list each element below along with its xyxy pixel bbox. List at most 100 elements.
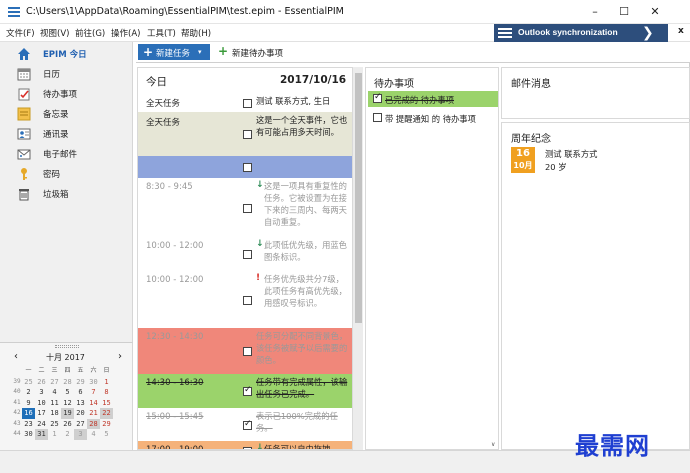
todo-item[interactable]: 已完成的 待办事项 [368, 91, 498, 107]
close-button[interactable]: ✕ [640, 4, 670, 20]
calendar-day[interactable]: 1 [48, 429, 61, 440]
plus-icon[interactable]: + [218, 44, 228, 58]
calendar-day[interactable]: 26 [35, 377, 48, 388]
menu-help[interactable]: 帮助(H) [181, 27, 211, 39]
calendar-day[interactable]: 30 [22, 429, 35, 440]
new-task-button[interactable]: + 新建任务 ▾ [138, 44, 210, 60]
today-row[interactable]: 全天任务 测试 联系方式, 生日 [138, 93, 352, 112]
sidebar-item-notes[interactable]: 备忘录 [0, 105, 132, 124]
calendar-day[interactable]: 26 [61, 419, 74, 430]
sidebar-item-todo[interactable]: 待办事项 [0, 85, 132, 104]
calendar-day[interactable]: 4 [87, 429, 100, 440]
sidebar-item-passwords[interactable]: 密码 [0, 165, 132, 184]
calendar-day[interactable]: 28 [61, 377, 74, 388]
calendar-day[interactable]: 2 [22, 387, 35, 398]
sidebar-item-calendar[interactable]: 日历 [0, 65, 132, 84]
menu-view[interactable]: 视图(V) [40, 27, 69, 39]
calendar-day[interactable]: 23 [22, 419, 35, 430]
row-checkbox[interactable] [243, 296, 252, 305]
next-month-button[interactable]: › [118, 351, 122, 362]
calendar-day[interactable]: 7 [87, 387, 100, 398]
today-row[interactable]: 全天任务 这是一个全天事件，它也有可能占用多天时间。 [138, 112, 352, 156]
row-checkbox[interactable] [243, 99, 252, 108]
calendar-day[interactable]: 25 [48, 419, 61, 430]
anniversary-title: 周年纪念 [511, 134, 551, 145]
row-text: 测试 联系方式, 生日 [256, 96, 331, 106]
calendar-day[interactable]: 5 [100, 429, 113, 440]
calendar-day[interactable]: 29 [100, 419, 113, 430]
today-row[interactable]: 10:00 - 12:00 ↓ 此项低优先级，用蓝色图条标识。 [138, 237, 352, 271]
resize-grip[interactable] [55, 345, 79, 348]
calendar-day[interactable]: 12 [61, 398, 74, 409]
maximize-button[interactable]: ☐ [609, 4, 639, 20]
row-checkbox[interactable] [243, 204, 252, 213]
row-checkbox[interactable] [243, 130, 252, 139]
calendar-day[interactable]: 3 [35, 387, 48, 398]
calendar-day[interactable]: 29 [74, 377, 87, 388]
anniversary-day: 16 [516, 148, 530, 159]
calendar-day[interactable]: 28 [87, 418, 100, 429]
sidebar-item-trash[interactable]: 垃圾箱 [0, 185, 132, 204]
sidebar-item-email[interactable]: 电子邮件 [0, 145, 132, 164]
today-row[interactable]: 8:30 - 9:45 ↓ 这是一项具有重复性的任务。它被设置为在接下来的三周内、每… [138, 178, 352, 237]
today-row[interactable]: 10:00 - 12:00! 任务优先级共分7级，此项任务有高优先级，用感叹号标识… [138, 271, 352, 328]
weekday-header: 四 [64, 367, 71, 374]
todo-checkbox[interactable] [373, 92, 382, 103]
sidebar-item-contacts[interactable]: 通讯录 [0, 125, 132, 144]
calendar-day[interactable]: 14 [87, 398, 100, 409]
calendar-day[interactable]: 17 [35, 408, 48, 419]
calendar-day[interactable]: 13 [74, 398, 87, 409]
menu-go[interactable]: 前往(G) [75, 27, 105, 39]
today-row[interactable] [138, 156, 352, 178]
calendar-day[interactable]: 30 [87, 377, 100, 388]
row-checkbox[interactable] [243, 419, 252, 430]
calendar-day[interactable]: 15 [100, 398, 113, 409]
dropdown-arrow-icon[interactable]: ▾ [198, 48, 202, 56]
calendar-day[interactable]: 27 [48, 377, 61, 388]
row-checkbox[interactable] [243, 347, 252, 356]
calendar-day[interactable]: 22 [100, 408, 113, 419]
today-row[interactable]: 15:00 - 15:45 表示已100%完成的任务。 [138, 408, 352, 441]
sidebar-item-epim-today[interactable]: EPIM 今日 [0, 45, 132, 64]
calendar-day[interactable]: 9 [22, 398, 35, 409]
calendar-day[interactable]: 16 [22, 408, 35, 419]
new-todo-button[interactable]: 新建待办事项 [232, 47, 283, 59]
scrollbar-thumb[interactable] [355, 73, 362, 323]
prev-month-button[interactable]: ‹ [14, 351, 18, 362]
todo-item[interactable]: 带 提醒通知 的 待办事项 [368, 110, 498, 126]
calendar-day[interactable]: 21 [87, 408, 100, 419]
calendar-day[interactable]: 19 [61, 408, 74, 419]
calendar-day[interactable]: 31 [35, 429, 48, 440]
calendar-day[interactable]: 4 [48, 387, 61, 398]
todo-checkbox[interactable] [373, 113, 382, 122]
chevron-down-icon[interactable]: ∨ [491, 441, 495, 448]
calendar-day[interactable]: 3 [74, 429, 87, 440]
sync-close-icon[interactable]: x [678, 26, 684, 36]
anniversary-contact-name[interactable]: 测试 联系方式 [545, 148, 597, 160]
calendar-day[interactable]: 10 [35, 398, 48, 409]
todo-label: 带 提醒通知 的 待办事项 [385, 114, 476, 124]
minimize-button[interactable]: – [580, 4, 610, 20]
calendar-day[interactable]: 18 [48, 408, 61, 419]
menu-actions[interactable]: 操作(A) [111, 27, 140, 39]
today-row[interactable]: 17:00 - 19:00 ↓ 任务可以自由拖拽 [138, 441, 352, 449]
row-checkbox[interactable] [243, 163, 252, 172]
calendar-day[interactable]: 27 [74, 419, 87, 430]
calendar-day[interactable]: 2 [61, 429, 74, 440]
calendar-day[interactable]: 24 [35, 419, 48, 430]
calendar-day[interactable]: 11 [48, 398, 61, 409]
menu-file[interactable]: 文件(F) [6, 27, 35, 39]
row-checkbox[interactable] [243, 385, 252, 396]
today-row[interactable]: 14:30 - 16:30 任务带有完成属性，该输出任务已完成。 [138, 374, 352, 408]
calendar-day[interactable]: 1 [100, 377, 113, 388]
calendar-day[interactable]: 6 [74, 387, 87, 398]
outlook-sync-button[interactable]: Outlook synchronization ❯ [494, 24, 668, 42]
calendar-day[interactable]: 20 [74, 408, 87, 419]
row-time: 14:30 - 16:30 [146, 378, 204, 388]
calendar-day[interactable]: 5 [61, 387, 74, 398]
calendar-day[interactable]: 8 [100, 387, 113, 398]
menu-tools[interactable]: 工具(T) [147, 27, 176, 39]
today-row[interactable]: 12:30 - 14:30 任务可分配不同背景色，该任务被赋予以后需要的颜色。 [138, 328, 352, 374]
calendar-day[interactable]: 25 [22, 377, 35, 388]
row-checkbox[interactable] [243, 250, 252, 259]
